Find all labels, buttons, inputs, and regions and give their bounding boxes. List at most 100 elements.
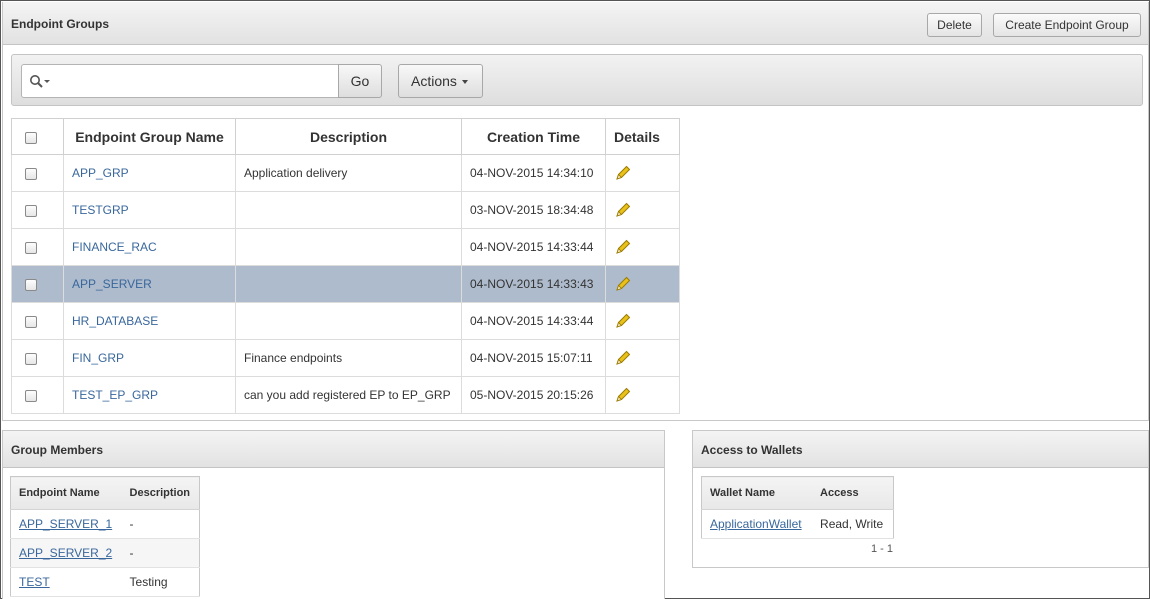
pencil-icon[interactable] [614,201,632,219]
group-members-table: Endpoint Name Description APP_SERVER_1 -… [9,476,200,597]
actions-menu-button[interactable]: Actions [398,64,483,98]
row-checkbox[interactable] [25,389,37,402]
description-cell: Finance endpoints [235,339,462,377]
table-row[interactable]: FINANCE_RAC 04-NOV-2015 14:33:44 [11,228,680,266]
column-header-details: Details [605,118,680,155]
creation-time-cell: 04-NOV-2015 15:07:11 [461,339,606,377]
creation-time-cell: 04-NOV-2015 14:34:10 [461,154,606,192]
endpoint-groups-table: Endpoint Group Name Description Creation… [11,118,680,414]
endpoint-groups-header: Endpoint Groups Delete Create Endpoint G… [3,2,1148,45]
creation-time-cell: 05-NOV-2015 20:15:26 [461,376,606,414]
table-row: APP_SERVER_2 - [9,538,200,568]
endpoint-group-link[interactable]: FINANCE_RAC [72,240,157,254]
row-checkbox[interactable] [25,352,37,365]
row-checkbox[interactable] [25,167,37,180]
description-cell: Application delivery [235,154,462,192]
table-header-row: Endpoint Name Description [9,476,200,510]
pencil-icon[interactable] [614,238,632,256]
endpoint-group-link[interactable]: TEST_EP_GRP [72,388,158,402]
wallet-link[interactable]: ApplicationWallet [710,517,802,531]
application-frame: Endpoint Groups Delete Create Endpoint G… [0,0,1150,599]
endpoint-link[interactable]: APP_SERVER_1 [19,517,112,531]
column-header-endpoint-name[interactable]: Endpoint Name [9,476,122,510]
endpoint-group-link[interactable]: APP_SERVER [72,277,152,291]
delete-button[interactable]: Delete [927,13,982,37]
table-row-selected[interactable]: APP_SERVER 04-NOV-2015 14:33:43 [11,265,680,303]
pencil-icon[interactable] [614,386,632,404]
name-cell: TEST_EP_GRP [63,376,236,414]
details-cell [605,191,680,229]
endpoint-group-link[interactable]: APP_GRP [72,166,129,180]
search-icon[interactable] [29,74,51,90]
name-cell: HR_DATABASE [63,302,236,340]
row-select-cell [11,228,64,266]
select-all-header [11,118,64,155]
row-select-cell [11,265,64,303]
pencil-icon[interactable] [614,349,632,367]
row-checkbox[interactable] [25,278,37,291]
row-checkbox[interactable] [25,315,37,328]
row-checkbox[interactable] [25,241,37,254]
column-header-wallet-name[interactable]: Wallet Name [701,476,813,510]
access-to-wallets-title: Access to Wallets [701,443,803,457]
name-cell: APP_SERVER [63,265,236,303]
endpoint-groups-region: Endpoint Groups Delete Create Endpoint G… [2,2,1149,421]
chevron-down-icon [461,80,468,84]
endpoint-group-link[interactable]: TESTGRP [72,203,129,217]
go-button[interactable]: Go [338,64,382,98]
details-cell [605,228,680,266]
wallet-name-cell: ApplicationWallet [701,509,813,539]
pencil-icon[interactable] [614,312,632,330]
select-all-checkbox[interactable] [25,131,37,144]
endpoint-groups-title: Endpoint Groups [11,17,109,31]
pencil-icon[interactable] [614,275,632,293]
details-cell [605,154,680,192]
column-header-description[interactable]: Description [235,118,462,155]
description-cell: Testing [121,567,200,597]
table-row[interactable]: TEST_EP_GRP can you add registered EP to… [11,376,680,414]
row-select-cell [11,339,64,377]
description-cell [235,191,462,229]
create-endpoint-group-button[interactable]: Create Endpoint Group [993,13,1141,37]
table-row[interactable]: TESTGRP 03-NOV-2015 18:34:48 [11,191,680,229]
table-header-row: Endpoint Group Name Description Creation… [11,118,680,155]
description-cell [235,228,462,266]
endpoint-name-cell: TEST [9,567,122,597]
pencil-icon[interactable] [614,164,632,182]
creation-time-cell: 04-NOV-2015 14:33:44 [461,228,606,266]
endpoint-link[interactable]: TEST [19,575,50,589]
group-members-header: Group Members [3,431,664,468]
pagination-text: 1 - 1 [871,543,894,555]
table-row[interactable]: APP_GRP Application delivery 04-NOV-2015… [11,154,680,192]
column-header-access[interactable]: Access [812,476,895,510]
search-field[interactable] [21,64,339,98]
creation-time-cell: 04-NOV-2015 14:33:44 [461,302,606,340]
endpoint-name-cell: APP_SERVER_2 [9,538,122,568]
wallets-table: Wallet Name Access ApplicationWallet Rea… [701,476,895,539]
description-cell: - [121,538,200,568]
row-select-cell [11,302,64,340]
column-header-description[interactable]: Description [121,476,200,510]
endpoint-group-link[interactable]: FIN_GRP [72,351,124,365]
name-cell: TESTGRP [63,191,236,229]
details-cell [605,265,680,303]
creation-time-cell: 03-NOV-2015 18:34:48 [461,191,606,229]
table-row: ApplicationWallet Read, Write [701,509,895,539]
endpoint-link[interactable]: APP_SERVER_2 [19,546,112,560]
column-header-name[interactable]: Endpoint Group Name [63,118,236,155]
column-header-creation-time[interactable]: Creation Time [461,118,606,155]
search-input[interactable] [54,70,334,92]
table-row: TEST Testing [9,567,200,597]
description-cell [235,302,462,340]
table-row[interactable]: FIN_GRP Finance endpoints 04-NOV-2015 15… [11,339,680,377]
table-row[interactable]: HR_DATABASE 04-NOV-2015 14:33:44 [11,302,680,340]
actions-label: Actions [411,73,457,89]
description-cell: - [121,509,200,539]
endpoint-name-cell: APP_SERVER_1 [9,509,122,539]
endpoint-group-link[interactable]: HR_DATABASE [72,314,158,328]
name-cell: FIN_GRP [63,339,236,377]
search-toolbar: Go Actions [11,54,1143,106]
name-cell: FINANCE_RAC [63,228,236,266]
details-cell [605,376,680,414]
row-checkbox[interactable] [25,204,37,217]
